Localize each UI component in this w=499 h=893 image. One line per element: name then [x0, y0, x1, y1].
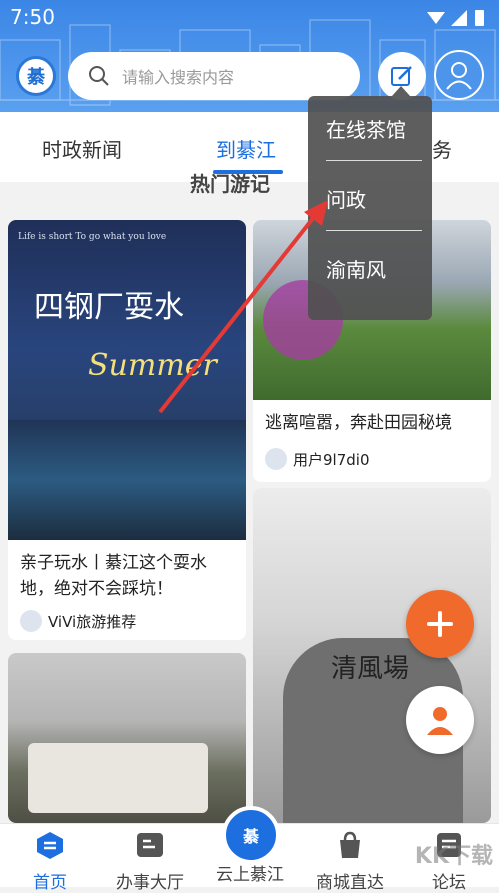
nav-home[interactable]: 首页: [0, 830, 100, 893]
feed-card[interactable]: Life is short To go what you love 四钢厂耍水 …: [8, 220, 246, 640]
watermark: KK下载: [414, 844, 493, 869]
image-overlay-subtitle: Summer: [88, 348, 217, 383]
search-icon: [89, 66, 109, 86]
card-author: ViVi旅游推荐: [20, 610, 136, 632]
status-time: 7:50: [10, 5, 55, 29]
feed-card[interactable]: 清風場: [253, 488, 491, 823]
user-profile-button[interactable]: [434, 50, 484, 100]
app-logo[interactable]: 綦: [16, 56, 56, 96]
avatar: [265, 448, 287, 470]
tab-qijiang[interactable]: 到綦江: [216, 134, 276, 163]
author-name: ViVi旅游推荐: [48, 612, 137, 631]
nav-label: 论坛: [432, 873, 466, 893]
add-post-button[interactable]: [406, 590, 474, 658]
menu-divider: [326, 230, 422, 231]
nav-service-hall[interactable]: 办事大厅: [100, 830, 200, 893]
author-name: 用户9l7di0: [293, 450, 370, 469]
my-posts-button[interactable]: [406, 686, 474, 754]
card-title: 逃离喧嚣，奔赴田园秘境: [265, 413, 452, 433]
tab-services[interactable]: 务: [432, 134, 452, 163]
card-title: 亲子玩水丨綦江这个耍水地，绝对不会踩坑！: [20, 553, 207, 599]
card-image: Life is short To go what you love 四钢厂耍水 …: [8, 220, 246, 540]
signal-icon: [451, 10, 467, 26]
image-overlay-line: Life is short To go what you love: [18, 232, 167, 242]
nav-label: 办事大厅: [116, 873, 184, 893]
card-image: 清風場: [253, 488, 491, 823]
battery-icon: [475, 10, 484, 26]
edit-dropdown-menu: 在线茶馆 问政 渝南风: [308, 96, 432, 320]
nav-mall[interactable]: 商城直达: [300, 830, 400, 893]
person-icon: [427, 707, 453, 735]
card-author: 用户9l7di0: [265, 448, 370, 470]
user-icon: [446, 62, 472, 90]
nav-label: 首页: [33, 873, 67, 893]
menu-item-yunanfeng[interactable]: 渝南风: [326, 254, 386, 283]
feed-card[interactable]: [8, 653, 246, 823]
center-logo-button[interactable]: 綦: [222, 806, 280, 864]
menu-item-teahouse[interactable]: 在线茶馆: [326, 114, 406, 143]
shopping-bag-icon: [340, 831, 360, 858]
card-image: [8, 653, 246, 823]
service-icon: [137, 833, 163, 857]
tab-news[interactable]: 时政新闻: [42, 134, 122, 163]
section-title: 热门游记: [190, 172, 270, 196]
menu-item-wenzheng[interactable]: 问政: [326, 184, 366, 213]
menu-divider: [326, 160, 422, 161]
wifi-icon: [427, 12, 445, 24]
home-icon: [37, 832, 63, 859]
sign-text: 清風場: [331, 654, 410, 684]
status-bar: 7:50: [0, 0, 499, 34]
system-icons: [425, 8, 489, 32]
nav-label: 商城直达: [316, 873, 384, 893]
avatar: [20, 610, 42, 632]
plus-icon: [427, 611, 453, 637]
search-placeholder: 请输入搜索内容: [122, 68, 235, 87]
dropdown-notch: [392, 86, 410, 96]
search-bar[interactable]: 请输入搜索内容: [68, 52, 360, 100]
image-overlay-title: 四钢厂耍水: [34, 290, 184, 325]
